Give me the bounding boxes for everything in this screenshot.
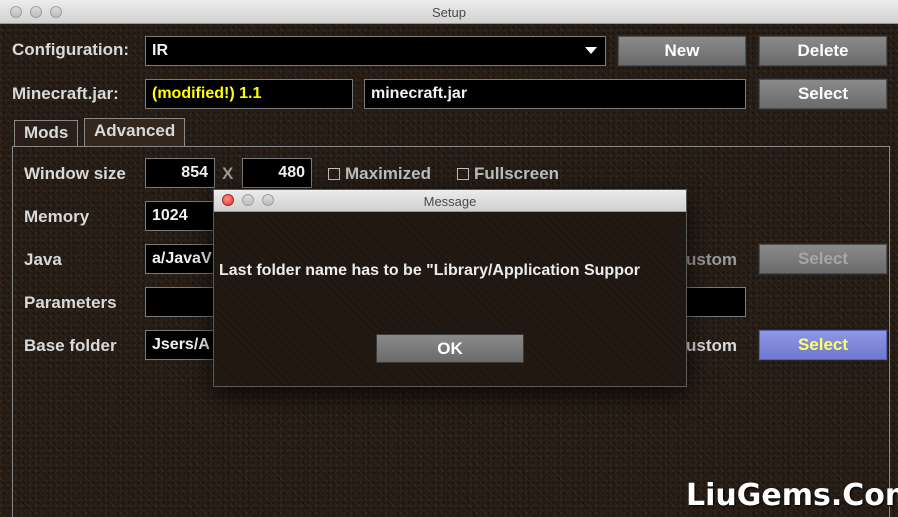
configuration-label: Configuration: [12,40,130,59]
setup-window: Setup Configuration: IR New Delete Minec… [0,0,898,517]
jar-version-field[interactable]: (modified!) 1.1 [145,79,353,109]
window-width-field[interactable]: 854 [145,158,215,188]
base-folder-select-button[interactable]: Select [758,329,888,361]
java-label: Java [24,250,62,269]
delete-button[interactable]: Delete [758,35,888,67]
new-button[interactable]: New [617,35,747,67]
window-size-label: Window size [24,164,126,183]
configuration-select[interactable]: IR [145,36,606,66]
jar-select-button[interactable]: Select [758,78,888,110]
checkbox-icon [328,168,340,180]
base-folder-label: Base folder [24,336,117,355]
configuration-value: IR [152,42,168,59]
dialog-title-bar: Message [214,190,686,212]
maximized-checkbox[interactable]: Maximized [328,164,431,184]
fullscreen-label: Fullscreen [474,164,560,183]
title-bar: Setup [0,0,898,24]
base-custom-label: ustom [686,336,737,355]
dialog-message: Last folder name has to be "Library/Appl… [219,262,640,279]
watermark: LiuGems.Com [686,478,898,513]
chevron-down-icon [585,47,597,54]
size-separator: X [222,164,234,183]
java-custom-label: ustom [686,250,737,269]
checkbox-icon [457,168,469,180]
window-title: Setup [432,5,466,20]
parameters-label: Parameters [24,293,117,312]
java-select-button[interactable]: Select [758,243,888,275]
minecraft-jar-label: Minecraft.jar: [12,84,119,103]
message-dialog: Message Last folder name has to be "Libr… [213,189,687,387]
tab-mods[interactable]: Mods [14,120,79,147]
dialog-title: Message [423,194,477,209]
maximized-label: Maximized [345,164,431,183]
ok-button[interactable]: OK [376,334,524,363]
fullscreen-checkbox[interactable]: Fullscreen [457,164,559,184]
jar-filename-field[interactable]: minecraft.jar [364,79,746,109]
tab-advanced[interactable]: Advanced [84,118,186,147]
memory-label: Memory [24,207,90,226]
window-height-field[interactable]: 480 [242,158,312,188]
